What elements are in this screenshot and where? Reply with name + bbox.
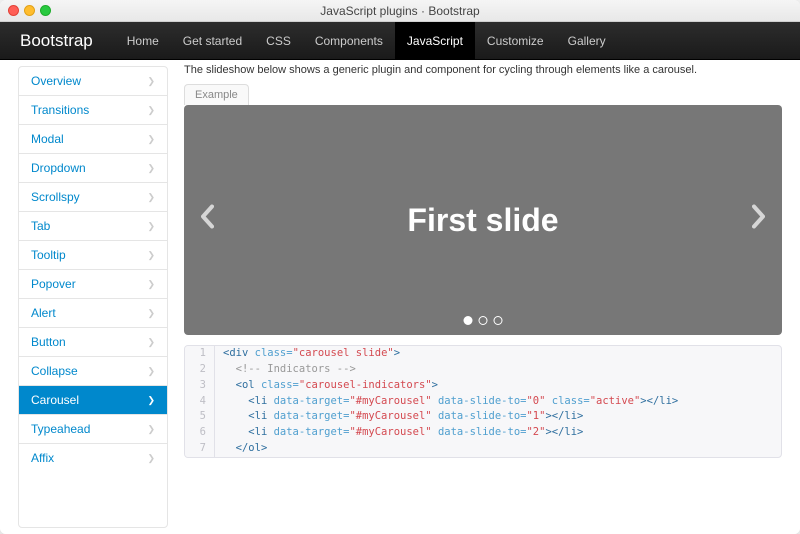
chevron-right-icon: ❯	[147, 163, 155, 174]
chevron-right-icon: ❯	[147, 221, 155, 232]
window-titlebar: JavaScript plugins · Bootstrap	[0, 0, 800, 22]
sidebar-item-label: Tooltip	[31, 248, 66, 262]
chevron-left-icon[interactable]	[184, 203, 230, 238]
sidebar-item-label: Modal	[31, 132, 64, 146]
line-number: 2	[185, 362, 215, 378]
sidebar-item-label: Overview	[31, 74, 81, 88]
chevron-right-icon: ❯	[147, 279, 155, 290]
nav-item-javascript[interactable]: JavaScript	[395, 22, 475, 60]
sidebar-item-modal[interactable]: Modal ❯	[19, 125, 167, 154]
carousel-indicators	[464, 316, 503, 325]
sidebar-item-label: Transitions	[31, 103, 89, 117]
nav-item-get-started[interactable]: Get started	[171, 22, 254, 60]
sidebar-item-label: Popover	[31, 277, 76, 291]
nav-item-components[interactable]: Components	[303, 22, 395, 60]
code-line: 7 </ol>	[185, 441, 781, 457]
app-window: JavaScript plugins · Bootstrap Bootstrap…	[0, 0, 800, 534]
sidebar-item-label: Typeahead	[31, 422, 90, 436]
sidebar-item-overview[interactable]: Overview ❯	[19, 67, 167, 96]
chevron-right-icon[interactable]	[736, 203, 782, 238]
code-text: <div class="carousel slide">	[215, 346, 400, 362]
line-number: 4	[185, 394, 215, 410]
carousel-indicator[interactable]	[479, 316, 488, 325]
carousel-indicator[interactable]	[494, 316, 503, 325]
example-tab[interactable]: Example	[184, 84, 249, 105]
sidebar-item-label: Alert	[31, 306, 56, 320]
code-line: 4 <li data-target="#myCarousel" data-sli…	[185, 394, 781, 410]
code-text: </ol>	[215, 441, 267, 457]
chevron-right-icon: ❯	[147, 337, 155, 348]
sidebar-item-button[interactable]: Button ❯	[19, 328, 167, 357]
chevron-right-icon: ❯	[147, 76, 155, 87]
code-text: <li data-target="#myCarousel" data-slide…	[215, 425, 583, 441]
nav-item-customize[interactable]: Customize	[475, 22, 556, 60]
sidebar-item-scrollspy[interactable]: Scrollspy ❯	[19, 183, 167, 212]
sidebar-item-alert[interactable]: Alert ❯	[19, 299, 167, 328]
brand-logo[interactable]: Bootstrap	[20, 31, 93, 51]
code-line: 5 <li data-target="#myCarousel" data-sli…	[185, 409, 781, 425]
sidebar-item-label: Tab	[31, 219, 50, 233]
sidebar-nav: Overview❯Transitions❯Modal❯Dropdown❯Scro…	[18, 66, 168, 528]
code-line: 1<div class="carousel slide">	[185, 346, 781, 362]
carousel-indicator[interactable]	[464, 316, 473, 325]
minimize-icon[interactable]	[24, 5, 35, 16]
sidebar-item-collapse[interactable]: Collapse ❯	[19, 357, 167, 386]
sidebar-item-tooltip[interactable]: Tooltip ❯	[19, 241, 167, 270]
code-line: 6 <li data-target="#myCarousel" data-sli…	[185, 425, 781, 441]
chevron-right-icon: ❯	[147, 366, 155, 377]
sidebar-item-label: Carousel	[31, 393, 79, 407]
nav-item-home[interactable]: Home	[115, 22, 171, 60]
chevron-right-icon: ❯	[147, 453, 155, 464]
chevron-right-icon: ❯	[147, 134, 155, 145]
chevron-right-icon: ❯	[147, 250, 155, 261]
sidebar-item-label: Button	[31, 335, 66, 349]
chevron-right-icon: ❯	[147, 424, 155, 435]
sidebar-item-carousel[interactable]: Carousel ❯	[19, 386, 167, 415]
code-line: 3 <ol class="carousel-indicators">	[185, 378, 781, 394]
sidebar-item-affix[interactable]: Affix ❯	[19, 444, 167, 472]
nav-item-css[interactable]: CSS	[254, 22, 303, 60]
sidebar-item-tab[interactable]: Tab ❯	[19, 212, 167, 241]
close-icon[interactable]	[8, 5, 19, 16]
code-text: <li data-target="#myCarousel" data-slide…	[215, 409, 583, 425]
main-navbar: Bootstrap HomeGet startedCSSComponentsJa…	[0, 22, 800, 60]
chevron-right-icon: ❯	[147, 192, 155, 203]
line-number: 1	[185, 346, 215, 362]
main-panel: The slideshow below shows a generic plug…	[168, 60, 782, 534]
line-number: 7	[185, 441, 215, 457]
sidebar-item-label: Collapse	[31, 364, 78, 378]
code-text: <!-- Indicators -->	[215, 362, 356, 378]
content-area: Overview❯Transitions❯Modal❯Dropdown❯Scro…	[0, 60, 800, 534]
sidebar-item-label: Dropdown	[31, 161, 86, 175]
maximize-icon[interactable]	[40, 5, 51, 16]
code-line: 2 <!-- Indicators -->	[185, 362, 781, 378]
sidebar-item-transitions[interactable]: Transitions ❯	[19, 96, 167, 125]
traffic-lights	[0, 5, 51, 16]
line-number: 5	[185, 409, 215, 425]
sidebar-item-typeahead[interactable]: Typeahead ❯	[19, 415, 167, 444]
line-number: 6	[185, 425, 215, 441]
sidebar-item-popover[interactable]: Popover ❯	[19, 270, 167, 299]
carousel-demo: First slide	[184, 105, 782, 335]
chevron-right-icon: ❯	[147, 308, 155, 319]
sidebar-item-label: Affix	[31, 451, 54, 465]
nav-item-gallery[interactable]: Gallery	[556, 22, 618, 60]
slide-caption: First slide	[407, 202, 558, 239]
code-text: <ol class="carousel-indicators">	[215, 378, 438, 394]
window-title: JavaScript plugins · Bootstrap	[320, 4, 479, 18]
section-description: The slideshow below shows a generic plug…	[184, 60, 782, 84]
chevron-right-icon: ❯	[147, 105, 155, 116]
sidebar-item-label: Scrollspy	[31, 190, 80, 204]
code-example: 1<div class="carousel slide">2 <!-- Indi…	[184, 345, 782, 457]
code-text: <li data-target="#myCarousel" data-slide…	[215, 394, 678, 410]
chevron-right-icon: ❯	[147, 395, 155, 406]
sidebar-item-dropdown[interactable]: Dropdown ❯	[19, 154, 167, 183]
line-number: 3	[185, 378, 215, 394]
